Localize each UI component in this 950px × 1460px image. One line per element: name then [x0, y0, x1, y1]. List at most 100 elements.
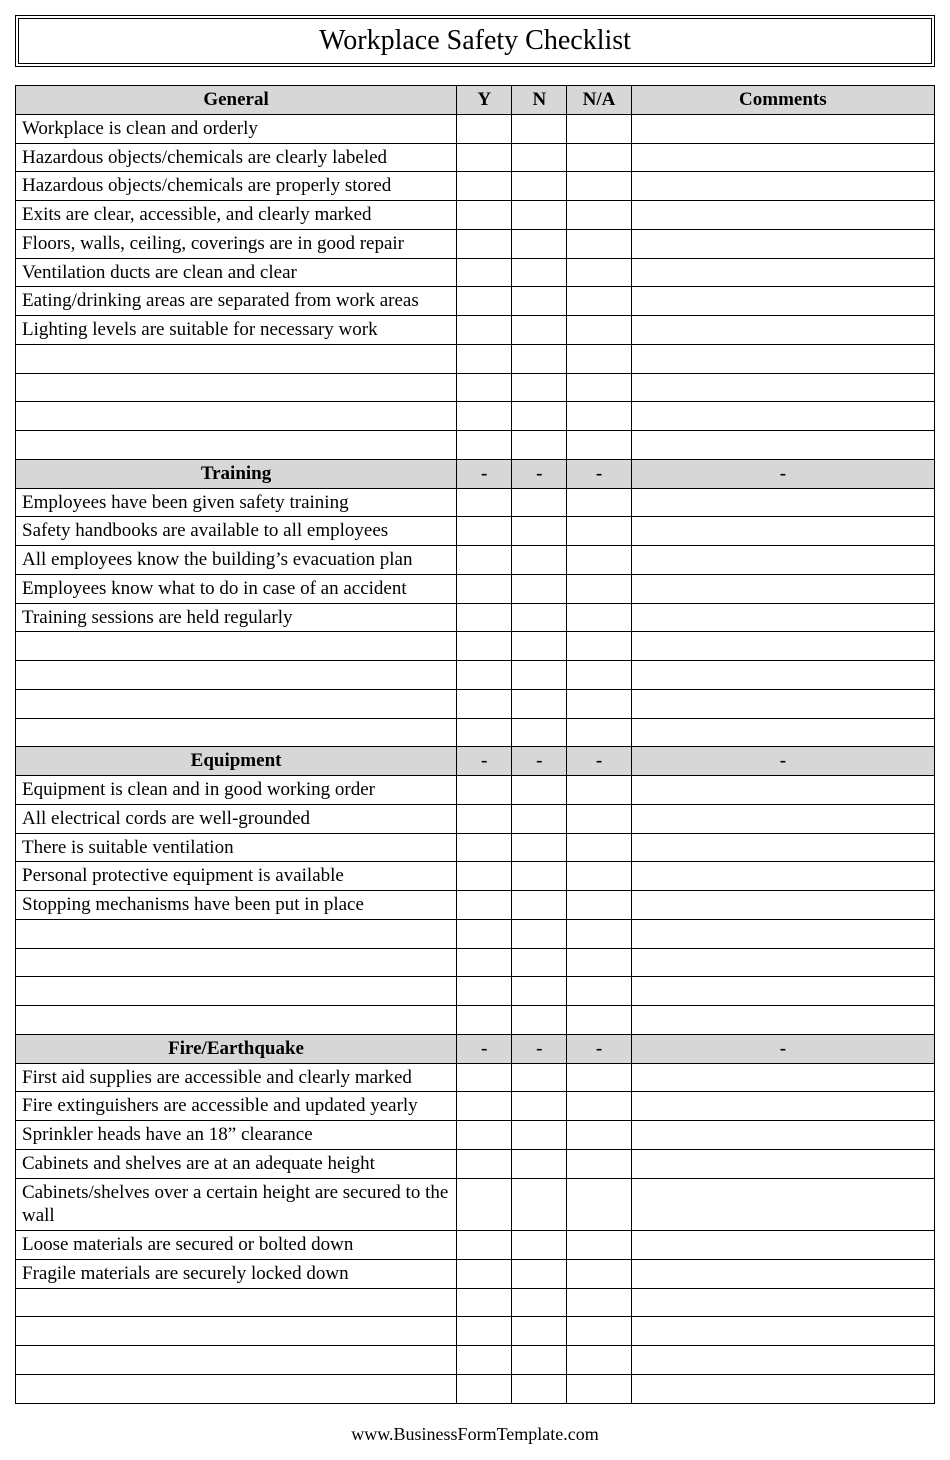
check-cell[interactable]	[567, 632, 631, 661]
check-cell[interactable]	[457, 373, 512, 402]
check-cell[interactable]	[512, 1231, 567, 1260]
check-cell[interactable]	[457, 1231, 512, 1260]
check-cell[interactable]	[457, 1178, 512, 1231]
comments-cell[interactable]	[631, 1346, 934, 1375]
comments-cell[interactable]	[631, 316, 934, 345]
check-cell[interactable]	[512, 373, 567, 402]
checklist-item-blank[interactable]	[16, 373, 457, 402]
check-cell[interactable]	[567, 114, 631, 143]
check-cell[interactable]	[567, 862, 631, 891]
check-cell[interactable]	[512, 1149, 567, 1178]
comments-cell[interactable]	[631, 1121, 934, 1150]
checklist-item-blank[interactable]	[16, 1006, 457, 1035]
check-cell[interactable]	[567, 258, 631, 287]
check-cell[interactable]	[457, 143, 512, 172]
checklist-item-blank[interactable]	[16, 718, 457, 747]
check-cell[interactable]	[512, 1346, 567, 1375]
comments-cell[interactable]	[631, 488, 934, 517]
check-cell[interactable]	[457, 1006, 512, 1035]
check-cell[interactable]	[457, 574, 512, 603]
check-cell[interactable]	[567, 201, 631, 230]
comments-cell[interactable]	[631, 689, 934, 718]
check-cell[interactable]	[512, 804, 567, 833]
check-cell[interactable]	[567, 977, 631, 1006]
comments-cell[interactable]	[631, 402, 934, 431]
check-cell[interactable]	[457, 919, 512, 948]
check-cell[interactable]	[512, 546, 567, 575]
check-cell[interactable]	[512, 172, 567, 201]
check-cell[interactable]	[512, 258, 567, 287]
check-cell[interactable]	[512, 201, 567, 230]
check-cell[interactable]	[567, 1006, 631, 1035]
check-cell[interactable]	[457, 948, 512, 977]
comments-cell[interactable]	[631, 1006, 934, 1035]
comments-cell[interactable]	[631, 172, 934, 201]
check-cell[interactable]	[512, 114, 567, 143]
check-cell[interactable]	[457, 1346, 512, 1375]
check-cell[interactable]	[512, 977, 567, 1006]
check-cell[interactable]	[512, 1317, 567, 1346]
check-cell[interactable]	[512, 344, 567, 373]
comments-cell[interactable]	[631, 517, 934, 546]
check-cell[interactable]	[567, 1063, 631, 1092]
check-cell[interactable]	[457, 1317, 512, 1346]
check-cell[interactable]	[512, 948, 567, 977]
check-cell[interactable]	[457, 891, 512, 920]
check-cell[interactable]	[567, 287, 631, 316]
comments-cell[interactable]	[631, 114, 934, 143]
check-cell[interactable]	[567, 689, 631, 718]
comments-cell[interactable]	[631, 1063, 934, 1092]
check-cell[interactable]	[512, 1063, 567, 1092]
check-cell[interactable]	[512, 661, 567, 690]
comments-cell[interactable]	[631, 229, 934, 258]
check-cell[interactable]	[512, 718, 567, 747]
comments-cell[interactable]	[631, 344, 934, 373]
check-cell[interactable]	[567, 402, 631, 431]
comments-cell[interactable]	[631, 143, 934, 172]
check-cell[interactable]	[567, 517, 631, 546]
check-cell[interactable]	[567, 373, 631, 402]
check-cell[interactable]	[457, 172, 512, 201]
check-cell[interactable]	[567, 316, 631, 345]
comments-cell[interactable]	[631, 1288, 934, 1317]
check-cell[interactable]	[512, 488, 567, 517]
check-cell[interactable]	[512, 287, 567, 316]
check-cell[interactable]	[512, 1178, 567, 1231]
check-cell[interactable]	[512, 833, 567, 862]
check-cell[interactable]	[567, 833, 631, 862]
check-cell[interactable]	[567, 229, 631, 258]
checklist-item-blank[interactable]	[16, 431, 457, 460]
check-cell[interactable]	[457, 114, 512, 143]
checklist-item-blank[interactable]	[16, 1346, 457, 1375]
comments-cell[interactable]	[631, 258, 934, 287]
comments-cell[interactable]	[631, 919, 934, 948]
check-cell[interactable]	[512, 1121, 567, 1150]
check-cell[interactable]	[567, 546, 631, 575]
checklist-item-blank[interactable]	[16, 948, 457, 977]
comments-cell[interactable]	[631, 574, 934, 603]
check-cell[interactable]	[567, 1317, 631, 1346]
check-cell[interactable]	[512, 1259, 567, 1288]
check-cell[interactable]	[457, 718, 512, 747]
comments-cell[interactable]	[631, 1317, 934, 1346]
check-cell[interactable]	[567, 1149, 631, 1178]
check-cell[interactable]	[457, 431, 512, 460]
check-cell[interactable]	[512, 862, 567, 891]
checklist-item-blank[interactable]	[16, 632, 457, 661]
check-cell[interactable]	[512, 689, 567, 718]
check-cell[interactable]	[567, 488, 631, 517]
check-cell[interactable]	[457, 804, 512, 833]
check-cell[interactable]	[457, 1374, 512, 1403]
checklist-item-blank[interactable]	[16, 919, 457, 948]
comments-cell[interactable]	[631, 1231, 934, 1260]
check-cell[interactable]	[457, 689, 512, 718]
checklist-item-blank[interactable]	[16, 402, 457, 431]
comments-cell[interactable]	[631, 1092, 934, 1121]
check-cell[interactable]	[567, 574, 631, 603]
check-cell[interactable]	[457, 546, 512, 575]
checklist-item-blank[interactable]	[16, 661, 457, 690]
check-cell[interactable]	[512, 574, 567, 603]
check-cell[interactable]	[457, 833, 512, 862]
check-cell[interactable]	[457, 1063, 512, 1092]
check-cell[interactable]	[457, 776, 512, 805]
